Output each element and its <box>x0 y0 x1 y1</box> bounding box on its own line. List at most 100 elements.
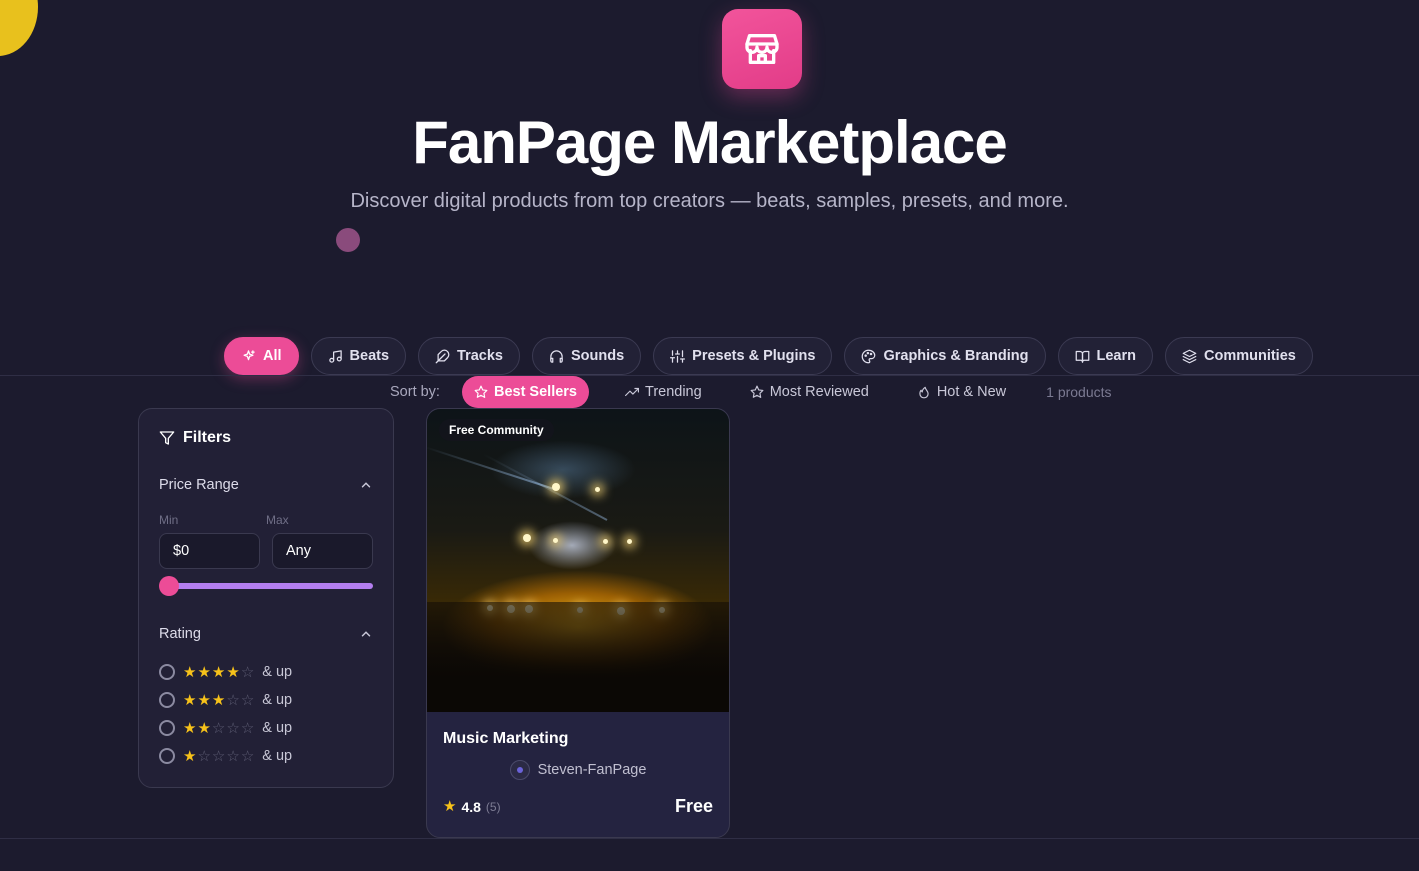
rating-option[interactable]: ★ ☆ ☆ ☆ ☆ & up <box>159 742 373 770</box>
sparkles-icon <box>243 349 255 360</box>
min-label: Min <box>159 513 179 527</box>
min-price-input[interactable]: $0 <box>159 533 260 569</box>
category-tabs: All Beats Tracks Sounds Presets & Plugin… <box>224 337 1313 375</box>
tab-label: Presets & Plugins <box>692 348 816 364</box>
star-icon: ★ <box>183 719 197 737</box>
radio-button[interactable] <box>159 692 175 708</box>
filters-header: Filters <box>159 429 373 447</box>
star-icon: ☆ <box>226 747 240 765</box>
rating-suffix: & up <box>262 692 293 708</box>
rating-label: Rating <box>159 626 201 642</box>
flame-icon <box>919 386 929 399</box>
star-icon: ★ <box>197 691 211 709</box>
sort-most-reviewed[interactable]: Most Reviewed <box>738 376 881 408</box>
radio-button[interactable] <box>159 748 175 764</box>
star-icon: ☆ <box>211 719 226 737</box>
rating-options: ★ ★ ★ ★ ☆ & up ★ ★ ★ ☆ ☆ & up ★ ★ ☆ ☆ ☆ & up ★ ☆ ☆ ☆ ☆ & up <box>159 658 373 770</box>
stage-light <box>552 483 560 491</box>
star-icon: ★ <box>197 719 211 737</box>
tab-sounds[interactable]: Sounds <box>532 337 642 375</box>
star-icon: ☆ <box>240 719 255 737</box>
star-rating: ★ ☆ ☆ ☆ ☆ <box>183 749 254 764</box>
product-title[interactable]: Music Marketing <box>443 730 713 748</box>
tab-presets-plugins[interactable]: Presets & Plugins <box>653 337 833 375</box>
tab-all[interactable]: All <box>224 337 299 375</box>
feather-icon <box>435 349 450 363</box>
rating-option[interactable]: ★ ★ ★ ★ ☆ & up <box>159 658 373 686</box>
product-card[interactable]: Free Community Music Marketing Steven-Fa… <box>426 408 730 838</box>
filters-title: Filters <box>183 429 232 446</box>
storefront-icon <box>722 9 802 89</box>
stage-light <box>603 539 608 544</box>
star-icon: ★ <box>211 663 226 681</box>
star-icon: ★ <box>211 691 226 709</box>
music-note-icon <box>328 349 342 363</box>
tab-label: Learn <box>1096 348 1137 364</box>
star-icon: ★ <box>183 691 197 709</box>
max-price-input[interactable]: Any <box>272 533 373 569</box>
tab-label: Sounds <box>571 348 625 364</box>
product-creator[interactable]: Steven-FanPage <box>443 760 713 780</box>
rating-suffix: & up <box>262 664 293 680</box>
light-beam <box>482 453 608 521</box>
layers-icon <box>1182 349 1197 363</box>
tab-label: Beats <box>349 348 390 364</box>
price-slider[interactable] <box>159 576 373 596</box>
avatar <box>509 760 530 780</box>
decorative-pink-dot <box>336 228 360 252</box>
rating-suffix: & up <box>262 720 293 736</box>
tab-label: Communities <box>1204 348 1296 364</box>
product-rating: ★ 4.8 (5) <box>443 799 501 815</box>
star-icon: ☆ <box>197 747 211 765</box>
radio-button[interactable] <box>159 664 175 680</box>
tab-label: Graphics & Branding <box>883 348 1029 364</box>
star-icon: ☆ <box>226 719 240 737</box>
product-badge: Free Community <box>439 419 554 441</box>
star-icon: ★ <box>183 747 197 765</box>
sort-best-sellers[interactable]: Best Sellers <box>461 376 589 408</box>
page-title: FanPage Marketplace <box>412 109 1008 176</box>
palette-icon <box>862 349 876 363</box>
rating-option[interactable]: ★ ★ ☆ ☆ ☆ & up <box>159 714 373 742</box>
stage-light <box>627 539 632 544</box>
sort-bar: Sort by: Best Sellers Trending Most Revi… <box>390 376 1112 408</box>
product-count: 1 products <box>1046 384 1112 400</box>
star-icon: ☆ <box>240 747 255 765</box>
tab-beats[interactable]: Beats <box>310 337 407 375</box>
star-rating: ★ ★ ☆ ☆ ☆ <box>183 721 254 736</box>
product-price: Free <box>674 796 713 816</box>
decorative-yellow-blob <box>0 0 38 56</box>
sort-label: Sort by: <box>390 384 440 400</box>
rating-value: 4.8 <box>461 798 481 815</box>
sort-option-label: Best Sellers <box>493 384 577 400</box>
tab-tracks[interactable]: Tracks <box>418 337 520 375</box>
filter-icon <box>159 431 175 445</box>
sort-option-label: Hot & New <box>936 384 1007 400</box>
sort-trending[interactable]: Trending <box>613 376 714 408</box>
rating-option[interactable]: ★ ★ ★ ☆ ☆ & up <box>159 686 373 714</box>
star-icon: ☆ <box>226 691 240 709</box>
tab-learn[interactable]: Learn <box>1057 337 1153 375</box>
tab-label: Tracks <box>457 348 503 364</box>
star-icon <box>474 385 488 398</box>
rating-suffix: & up <box>262 748 293 764</box>
radio-button[interactable] <box>159 720 175 736</box>
tab-communities[interactable]: Communities <box>1165 337 1313 375</box>
star-icon: ☆ <box>240 663 255 681</box>
product-image: Free Community <box>427 409 729 712</box>
price-slider-handle[interactable] <box>159 576 179 596</box>
rating-toggle[interactable]: Rating <box>159 626 373 642</box>
tab-label: All <box>263 348 282 364</box>
sort-hot-new[interactable]: Hot & New <box>905 376 1018 408</box>
book-icon <box>1075 350 1089 363</box>
stage-light <box>595 487 600 492</box>
price-range-toggle[interactable]: Price Range <box>159 477 373 493</box>
tab-graphics-branding[interactable]: Graphics & Branding <box>844 337 1046 375</box>
page-subtitle: Discover digital products from top creat… <box>350 190 1069 212</box>
trending-up-icon <box>625 387 639 397</box>
price-slider-track <box>161 583 373 589</box>
filters-panel: Filters Price Range Min Max $0 Any Ratin… <box>138 408 394 788</box>
star-icon: ☆ <box>211 747 226 765</box>
sliders-icon <box>670 349 686 363</box>
sort-option-label: Most Reviewed <box>769 384 869 400</box>
